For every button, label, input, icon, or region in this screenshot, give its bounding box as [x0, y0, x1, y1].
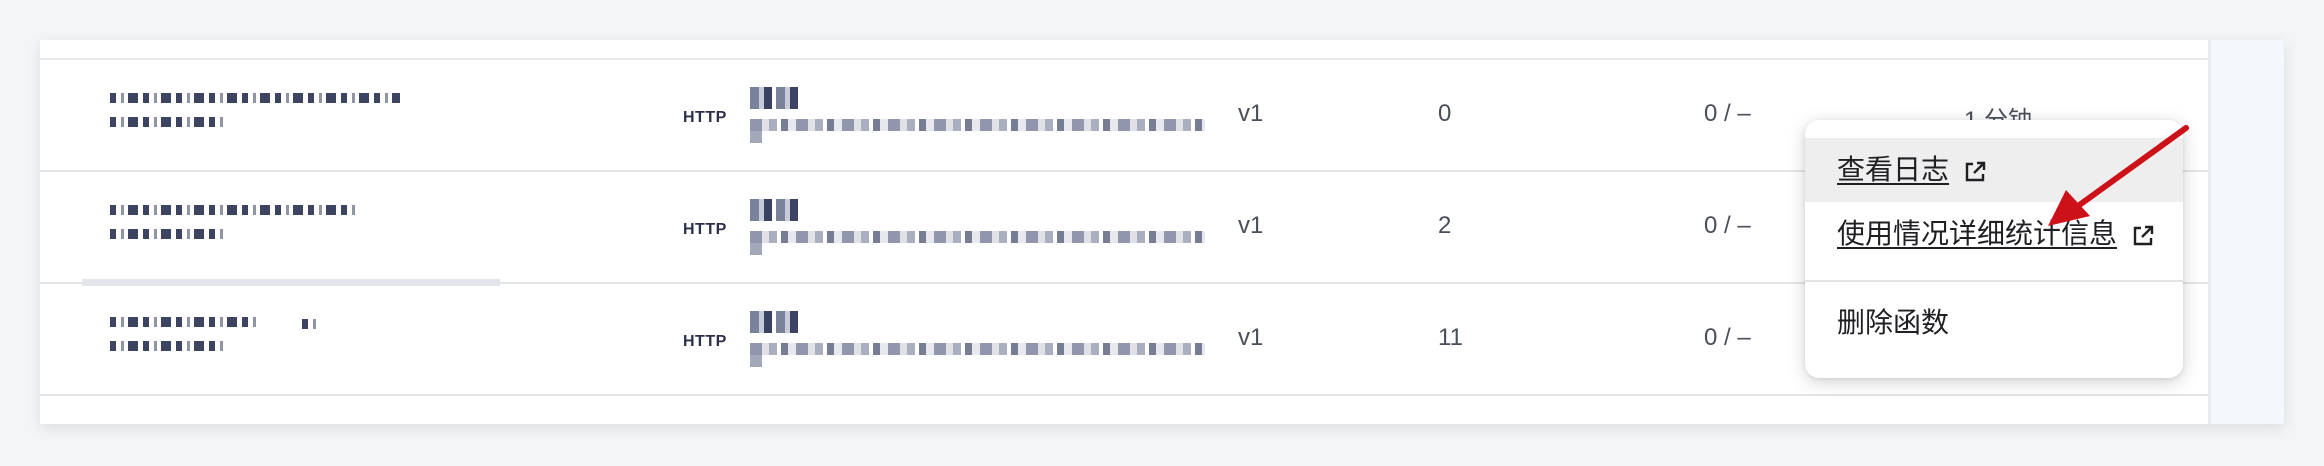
errors-cell: 0 / –: [1704, 212, 1751, 239]
trigger-url-redacted: [750, 199, 1210, 257]
version-cell: v1: [1238, 100, 1264, 127]
function-name-redacted: [110, 317, 430, 365]
menu-item-delete-function[interactable]: 删除函数: [1805, 290, 2183, 356]
trigger-url-redacted: [750, 311, 1210, 369]
trigger-url-redacted: [750, 87, 1210, 145]
menu-divider: [1805, 280, 2183, 282]
errors-cell: 0 / –: [1704, 324, 1751, 351]
side-panel-edge: [2208, 40, 2284, 424]
invocations-cell: 0: [1438, 100, 1452, 127]
invocations-cell: 2: [1438, 212, 1452, 239]
function-name-redacted: [110, 205, 430, 253]
row-separator-highlight: [82, 280, 500, 286]
errors-cell: 0 / –: [1704, 100, 1751, 127]
version-cell: v1: [1238, 212, 1264, 239]
annotation-arrow-icon: [2048, 125, 2189, 226]
invocations-cell: 11: [1438, 324, 1463, 351]
version-cell: v1: [1238, 324, 1264, 351]
external-link-icon: [1965, 161, 1985, 181]
trigger-type: HTTP: [683, 333, 727, 350]
function-name-redacted: [110, 93, 430, 141]
trigger-type: HTTP: [683, 221, 727, 238]
delete-function-label: 删除函数: [1837, 307, 1950, 338]
trigger-type: HTTP: [683, 109, 727, 126]
view-logs-label: 查看日志: [1837, 154, 1950, 185]
